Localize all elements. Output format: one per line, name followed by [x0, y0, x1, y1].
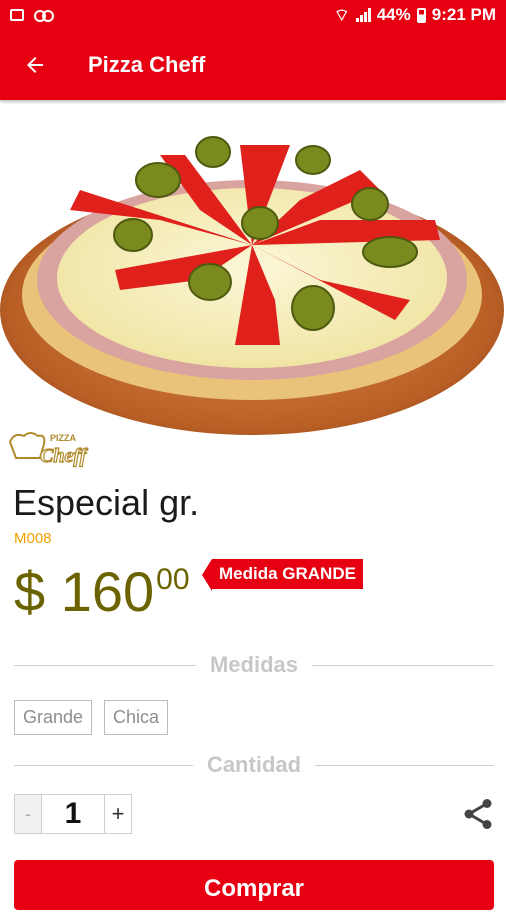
- size-options: Grande Chica: [14, 700, 169, 735]
- share-icon[interactable]: [460, 796, 496, 832]
- wifi-icon: ⌔: [333, 5, 350, 25]
- product-price: $ 160 00: [14, 560, 190, 624]
- divider-line: [14, 664, 196, 666]
- divider-line: [312, 664, 494, 666]
- back-button[interactable]: [0, 30, 70, 100]
- page-title: Pizza Cheff: [88, 52, 206, 77]
- status-bar: ⌔ 44% 9:21 PM: [0, 0, 506, 30]
- product-image: [0, 136, 504, 435]
- logo-text-top: PIZZA: [50, 433, 76, 443]
- quantity-value[interactable]: 1: [42, 794, 104, 834]
- divider-line: [315, 764, 494, 766]
- divider-line: [14, 764, 193, 766]
- quantity-stepper: - 1 +: [14, 794, 132, 834]
- battery-percent: 44%: [376, 5, 411, 24]
- quantity-section-header: Cantidad: [14, 752, 494, 778]
- quantity-label: Cantidad: [206, 752, 302, 777]
- size-option-grande[interactable]: Grande: [14, 700, 93, 735]
- brand-logo: PIZZA Cheff: [8, 432, 89, 468]
- product-name: Especial gr.: [13, 482, 200, 523]
- price-cents: 00: [156, 563, 190, 596]
- logo-text-bottom: Cheff: [40, 445, 89, 467]
- sizes-section-header: Medidas: [14, 652, 494, 678]
- clock: 9:21 PM: [431, 5, 496, 24]
- image-icon: [10, 9, 24, 21]
- price-integer: 160: [60, 560, 155, 623]
- product-code: M008: [14, 530, 52, 547]
- decrement-button[interactable]: -: [14, 794, 42, 834]
- signal-icon: [355, 8, 371, 22]
- voicemail-icon: [34, 10, 54, 22]
- app-bar: Pizza Cheff: [0, 30, 506, 100]
- sizes-label: Medidas: [209, 652, 299, 677]
- price-currency: $: [14, 560, 46, 623]
- size-option-chica[interactable]: Chica: [104, 700, 169, 735]
- size-badge: Medida GRANDE: [202, 559, 363, 591]
- arrow-left-icon: [27, 57, 43, 73]
- battery-icon: [416, 7, 426, 23]
- buy-button[interactable]: Comprar: [14, 860, 494, 910]
- increment-button[interactable]: +: [104, 794, 132, 834]
